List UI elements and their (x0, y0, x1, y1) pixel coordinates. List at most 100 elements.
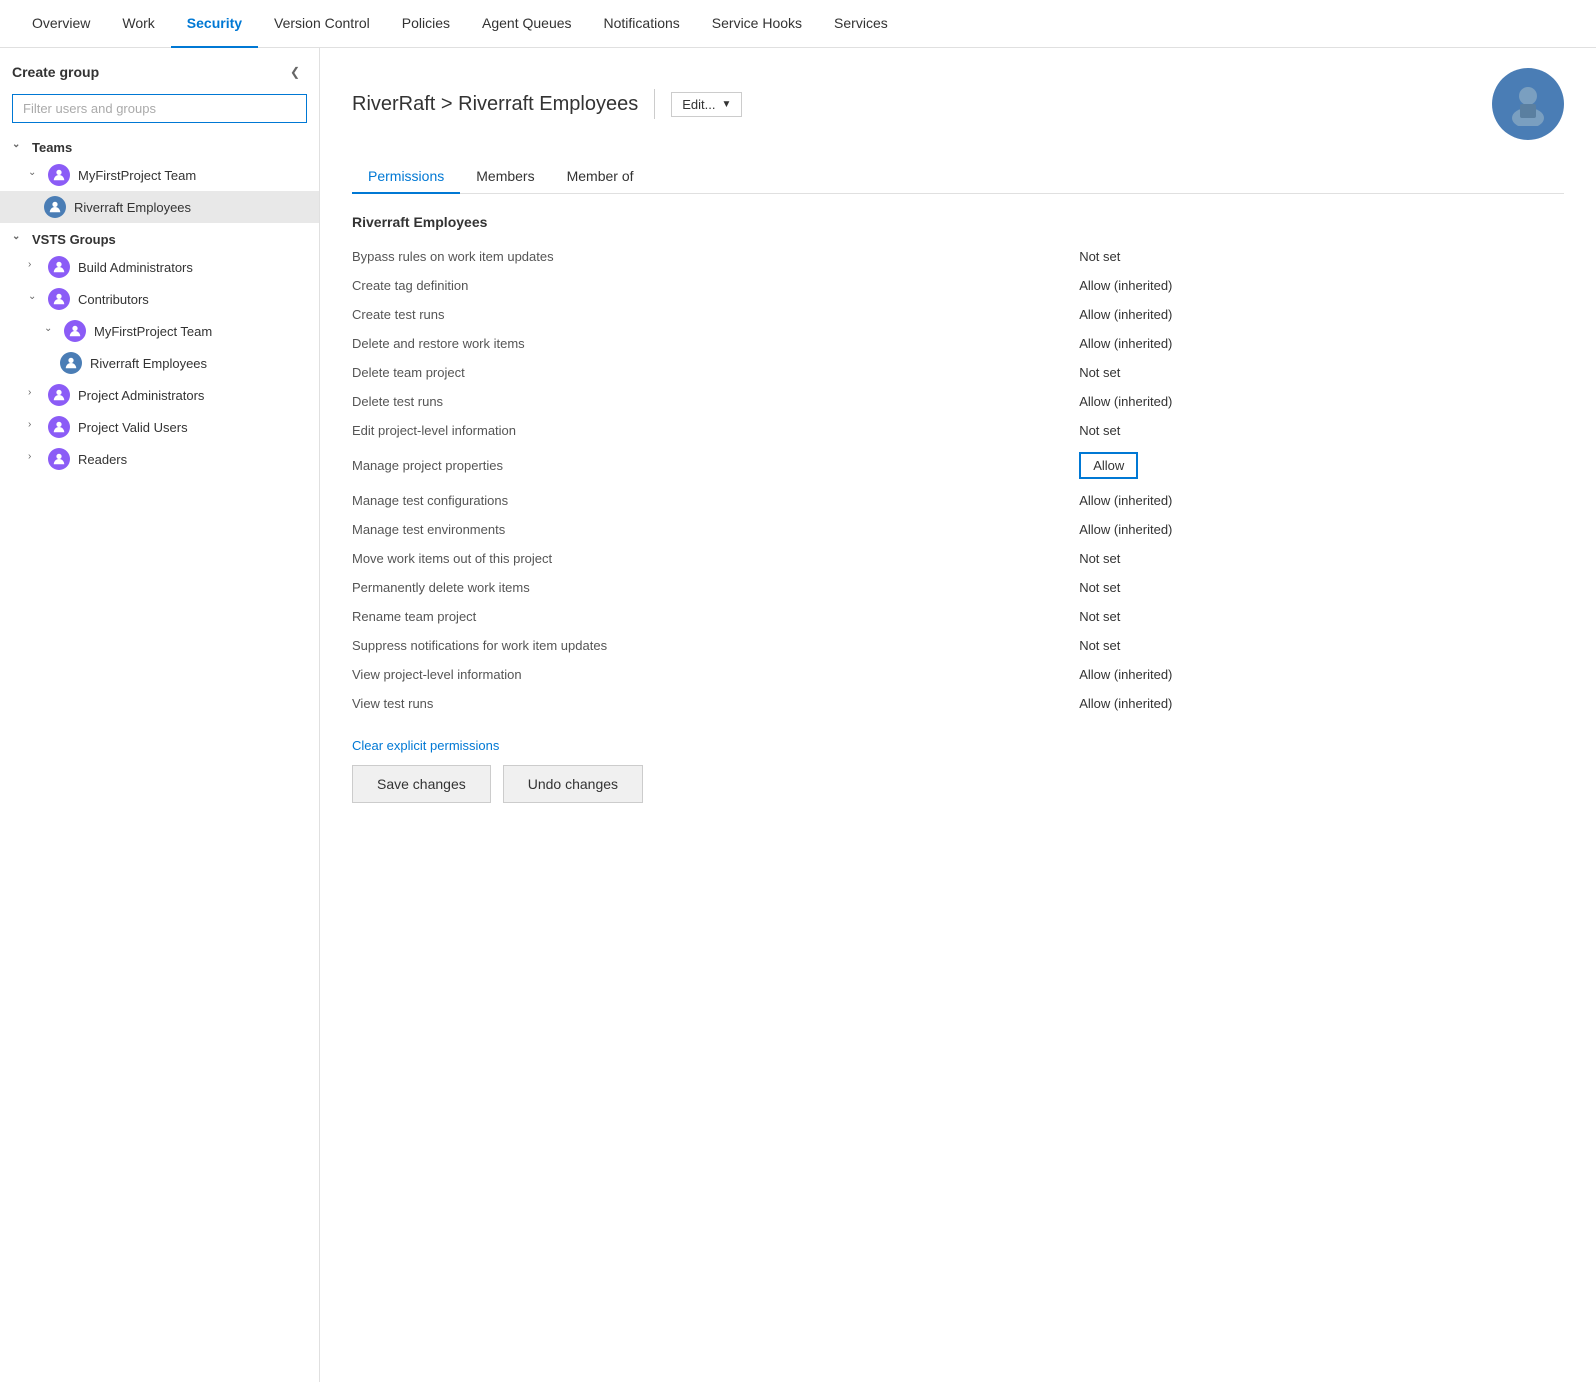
build-administrators-item[interactable]: › Build Administrators (0, 251, 319, 283)
search-box (12, 94, 307, 123)
project-administrators-item[interactable]: › Project Administrators (0, 379, 319, 411)
top-nav: Overview Work Security Version Control P… (0, 0, 1596, 48)
table-row[interactable]: Delete and restore work itemsAllow (inhe… (352, 329, 1564, 358)
collapse-sidebar-button[interactable]: ❮ (283, 60, 307, 84)
table-row[interactable]: Rename team projectNot set (352, 602, 1564, 631)
contributors-myfirstproject-label: MyFirstProject Team (94, 324, 212, 339)
table-row[interactable]: Edit project-level informationNot set (352, 416, 1564, 445)
content-header: RiverRaft > Riverraft Employees Edit... … (352, 68, 1564, 140)
table-row[interactable]: Manage project propertiesAllow (352, 445, 1564, 486)
permission-value[interactable]: Allow (inherited) (1079, 387, 1564, 416)
permission-value[interactable]: Allow (inherited) (1079, 515, 1564, 544)
permission-name: Manage project properties (352, 445, 1079, 486)
contributors-icon (48, 288, 70, 310)
permission-value[interactable]: Allow (inherited) (1079, 271, 1564, 300)
permission-name: Delete and restore work items (352, 329, 1079, 358)
search-input[interactable] (12, 94, 307, 123)
project-valid-users-label: Project Valid Users (78, 420, 188, 435)
table-row[interactable]: Suppress notifications for work item upd… (352, 631, 1564, 660)
nav-work[interactable]: Work (106, 1, 170, 48)
permission-value[interactable]: Not set (1079, 573, 1564, 602)
table-row[interactable]: Delete team projectNot set (352, 358, 1564, 387)
table-row[interactable]: Bypass rules on work item updatesNot set (352, 242, 1564, 271)
table-row[interactable]: Manage test environmentsAllow (inherited… (352, 515, 1564, 544)
vsts-groups-chevron-icon: ⌄ (12, 231, 28, 247)
vsts-groups-section: ⌄ VSTS Groups › Build Administrators ⌄ (0, 227, 319, 475)
table-row[interactable]: Create test runsAllow (inherited) (352, 300, 1564, 329)
permission-name: View project-level information (352, 660, 1079, 689)
nav-policies[interactable]: Policies (386, 1, 466, 48)
permission-name: Manage test environments (352, 515, 1079, 544)
edit-dropdown[interactable]: Edit... ▼ (671, 92, 742, 117)
myfirstproject-team-icon (48, 164, 70, 186)
nav-notifications[interactable]: Notifications (588, 1, 696, 48)
table-row[interactable]: Manage test configurationsAllow (inherit… (352, 486, 1564, 515)
project-valid-users-item[interactable]: › Project Valid Users (0, 411, 319, 443)
vsts-groups-label: VSTS Groups (32, 232, 116, 247)
undo-button[interactable]: Undo changes (503, 765, 643, 803)
permission-name: Edit project-level information (352, 416, 1079, 445)
permission-name: Create test runs (352, 300, 1079, 329)
myfirstproject-chevron-icon: ⌄ (28, 167, 44, 183)
header-separator (654, 89, 655, 119)
contributors-myfirstproject-chevron-icon: ⌄ (44, 323, 60, 339)
permission-name: Bypass rules on work item updates (352, 242, 1079, 271)
project-valid-users-icon (48, 416, 70, 438)
permission-value[interactable]: Allow (inherited) (1079, 300, 1564, 329)
breadcrumb: RiverRaft > Riverraft Employees (352, 93, 638, 116)
permission-value[interactable]: Allow (inherited) (1079, 329, 1564, 358)
contributors-myfirstproject-item[interactable]: ⌄ MyFirstProject Team (0, 315, 319, 347)
permission-value[interactable]: Not set (1079, 602, 1564, 631)
table-row[interactable]: Create tag definitionAllow (inherited) (352, 271, 1564, 300)
table-row[interactable]: Move work items out of this projectNot s… (352, 544, 1564, 573)
readers-label: Readers (78, 452, 127, 467)
permission-value[interactable]: Allow (inherited) (1079, 660, 1564, 689)
edit-label: Edit... (682, 97, 715, 112)
teams-section-header[interactable]: ⌄ Teams (0, 135, 319, 159)
tab-permissions[interactable]: Permissions (352, 160, 460, 194)
permission-value[interactable]: Not set (1079, 242, 1564, 271)
vsts-groups-section-header[interactable]: ⌄ VSTS Groups (0, 227, 319, 251)
teams-section: ⌄ Teams ⌄ MyFirstProject Team (0, 135, 319, 223)
table-row[interactable]: View test runsAllow (inherited) (352, 689, 1564, 718)
contributors-myfirstproject-icon (64, 320, 86, 342)
teams-label: Teams (32, 140, 72, 155)
permission-name: Delete team project (352, 358, 1079, 387)
contributors-riverraft-item[interactable]: Riverraft Employees (0, 347, 319, 379)
riverraft-employees-teams-icon (44, 196, 66, 218)
nav-security[interactable]: Security (171, 1, 258, 48)
contributors-item[interactable]: ⌄ Contributors (0, 283, 319, 315)
nav-agent-queues[interactable]: Agent Queues (466, 1, 588, 48)
permission-name: View test runs (352, 689, 1079, 718)
table-row[interactable]: Delete test runsAllow (inherited) (352, 387, 1564, 416)
myfirstproject-team-item[interactable]: ⌄ MyFirstProject Team (0, 159, 319, 191)
table-row[interactable]: View project-level informationAllow (inh… (352, 660, 1564, 689)
permission-name: Permanently delete work items (352, 573, 1079, 602)
permission-value[interactable]: Not set (1079, 416, 1564, 445)
riverraft-employees-teams-item[interactable]: Riverraft Employees (0, 191, 319, 223)
teams-chevron-icon: ⌄ (12, 139, 28, 155)
permission-value[interactable]: Allow (inherited) (1079, 486, 1564, 515)
nav-service-hooks[interactable]: Service Hooks (696, 1, 818, 48)
permission-value[interactable]: Allow (inherited) (1079, 689, 1564, 718)
nav-services[interactable]: Services (818, 1, 904, 48)
permission-name: Suppress notifications for work item upd… (352, 631, 1079, 660)
permission-value[interactable]: Not set (1079, 544, 1564, 573)
table-row[interactable]: Permanently delete work itemsNot set (352, 573, 1564, 602)
save-button[interactable]: Save changes (352, 765, 491, 803)
permission-value[interactable]: Not set (1079, 631, 1564, 660)
main-content: RiverRaft > Riverraft Employees Edit... … (320, 48, 1596, 1382)
nav-overview[interactable]: Overview (16, 1, 106, 48)
permission-name: Create tag definition (352, 271, 1079, 300)
permission-value[interactable]: Allow (1079, 445, 1564, 486)
tab-member-of[interactable]: Member of (551, 160, 650, 194)
nav-version-control[interactable]: Version Control (258, 1, 386, 48)
permission-value[interactable]: Not set (1079, 358, 1564, 387)
readers-icon (48, 448, 70, 470)
project-valid-users-chevron-icon: › (28, 419, 44, 435)
clear-permissions-link[interactable]: Clear explicit permissions (352, 738, 1564, 753)
readers-item[interactable]: › Readers (0, 443, 319, 475)
riverraft-employees-teams-label: Riverraft Employees (74, 200, 191, 215)
tab-members[interactable]: Members (460, 160, 550, 194)
edit-dropdown-chevron-icon: ▼ (721, 99, 731, 110)
